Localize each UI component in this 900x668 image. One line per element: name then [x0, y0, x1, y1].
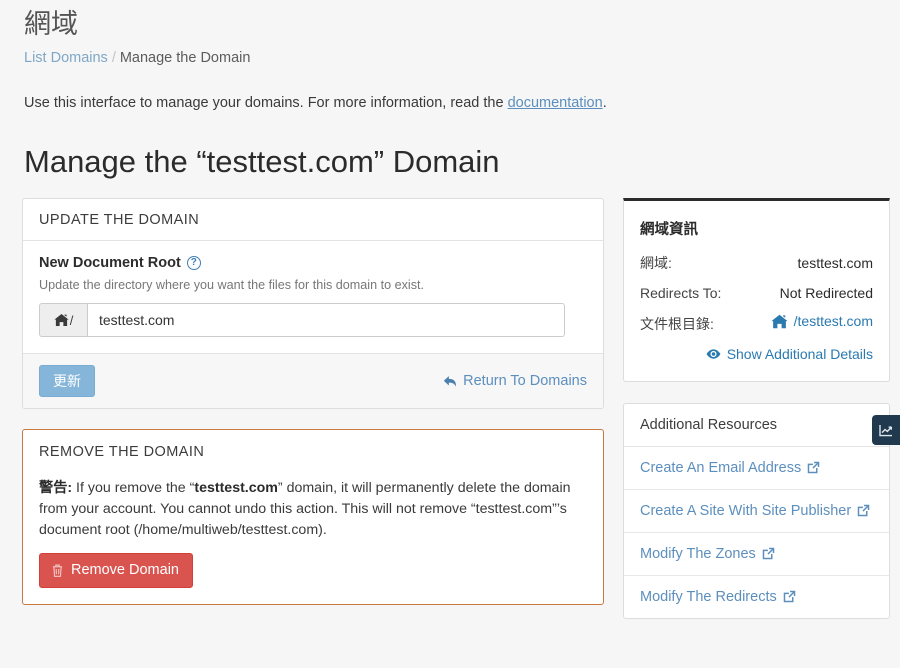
- page-header: 網域 List Domains / Manage the Domain: [0, 0, 900, 66]
- info-row: 文件根目錄: /testtest.com: [640, 313, 873, 334]
- domain-info-title: 網域資訊: [640, 222, 698, 239]
- resource-label: Create An Email Address: [640, 459, 802, 476]
- resource-item[interactable]: Create A Site With Site Publisher: [624, 490, 889, 533]
- warning-label: 警告:: [39, 480, 73, 497]
- resource-link[interactable]: Create A Site With Site Publisher: [640, 503, 870, 519]
- breadcrumb-list-domains[interactable]: List Domains: [24, 50, 108, 66]
- info-key: 網域:: [640, 255, 672, 272]
- info-value: Not Redirected: [779, 285, 873, 302]
- document-root-value[interactable]: /testtest.com: [752, 313, 873, 329]
- warning-part1: If you remove the “: [72, 480, 195, 497]
- home-icon: [54, 313, 69, 327]
- domain-manage-page: 網域 List Domains / Manage the Domain Use th…: [0, 0, 900, 668]
- home-icon: [771, 314, 788, 329]
- external-link-icon: [783, 590, 796, 603]
- documentation-link[interactable]: documentation: [508, 95, 603, 111]
- update-domain-body: New Document Root ? Update the directory…: [23, 241, 603, 353]
- resource-item[interactable]: Create An Email Address: [624, 447, 889, 490]
- resource-link[interactable]: Modify The Zones: [640, 546, 775, 562]
- new-document-root-label: New Document Root ?: [39, 255, 587, 271]
- external-link-icon: [807, 461, 820, 474]
- page-title: Manage the “testtest.com” Domain: [24, 144, 500, 180]
- content-columns: UPDATE THE DOMAIN New Document Root ? Up…: [0, 198, 900, 619]
- return-to-domains-link[interactable]: Return To Domains: [443, 373, 587, 389]
- resource-item[interactable]: Modify The Zones: [624, 533, 889, 576]
- external-link-icon: [857, 504, 870, 517]
- external-link-icon: [762, 547, 775, 560]
- resource-link[interactable]: Create An Email Address: [640, 460, 820, 476]
- resource-item[interactable]: Modify The Redirects: [624, 576, 889, 618]
- show-additional-details-label: Show Additional Details: [726, 345, 873, 362]
- info-key: 文件根目錄:: [640, 315, 714, 332]
- additional-resources-heading: Additional Resources: [624, 404, 889, 447]
- app-title: 網域: [24, 9, 78, 39]
- remove-domain-card: REMOVE THE DOMAIN 警告: If you remove the …: [22, 429, 604, 606]
- show-additional-details-row: Show Additional Details: [640, 346, 873, 363]
- update-domain-card: UPDATE THE DOMAIN New Document Root ? Up…: [22, 198, 604, 410]
- new-document-root-hint: Update the directory where you want the …: [39, 278, 425, 293]
- sidebar-column: 網域資訊 網域: testtest.com Redirects To: Not …: [623, 198, 890, 619]
- remove-domain-body: 警告: If you remove the “testtest.com” dom…: [23, 470, 603, 604]
- remove-domain-button[interactable]: Remove Domain: [39, 553, 193, 589]
- additional-resources-panel: Additional Resources Create An Email Add…: [623, 402, 890, 619]
- remove-domain-heading: REMOVE THE DOMAIN: [39, 444, 205, 461]
- breadcrumb-current: Manage the Domain: [119, 49, 251, 66]
- document-root-prefix: /: [39, 303, 87, 338]
- document-root-path: /testtest.com: [793, 313, 873, 330]
- resource-label: Create A Site With Site Publisher: [640, 502, 852, 519]
- resource-label: Modify The Redirects: [640, 588, 777, 605]
- info-key: Redirects To:: [640, 285, 722, 302]
- intro-text-before: Use this interface to manage your domain…: [24, 94, 508, 111]
- new-document-root-label-text: New Document Root: [39, 255, 181, 272]
- document-root-input[interactable]: [87, 303, 565, 338]
- eye-icon: [706, 348, 721, 360]
- info-row: 網域: testtest.com: [640, 253, 873, 273]
- question-circle-icon[interactable]: ?: [186, 256, 201, 271]
- arrow-return-icon: [443, 375, 458, 388]
- warning-domain: testtest.com: [194, 480, 278, 497]
- trash-icon: [51, 563, 64, 578]
- info-value: testtest.com: [797, 255, 873, 272]
- main-column: UPDATE THE DOMAIN New Document Root ? Up…: [22, 198, 604, 606]
- update-domain-footer: 更新 Return To Domains: [23, 353, 603, 409]
- remove-domain-warning: 警告: If you remove the “testtest.com” dom…: [39, 478, 587, 540]
- statistics-tab-button[interactable]: [872, 415, 900, 445]
- document-root-input-group: /: [39, 303, 565, 338]
- breadcrumb: List Domains / Manage the Domain: [24, 50, 900, 66]
- resource-link[interactable]: Modify The Redirects: [640, 589, 796, 605]
- return-to-domains-label: Return To Domains: [463, 373, 587, 390]
- info-row: Redirects To: Not Redirected: [640, 285, 873, 301]
- show-additional-details-link[interactable]: Show Additional Details: [706, 346, 873, 362]
- resource-label: Modify The Zones: [640, 545, 756, 562]
- document-root-slash: /: [69, 312, 74, 328]
- update-button[interactable]: 更新: [39, 365, 95, 398]
- line-chart-icon: [878, 423, 894, 438]
- breadcrumb-separator: /: [111, 49, 116, 66]
- update-domain-heading: UPDATE THE DOMAIN: [23, 199, 603, 242]
- intro-text: Use this interface to manage your domain…: [24, 93, 900, 113]
- domain-info-panel: 網域資訊 網域: testtest.com Redirects To: Not …: [623, 198, 890, 382]
- remove-domain-button-label: Remove Domain: [71, 562, 179, 579]
- intro-text-after: .: [602, 94, 607, 111]
